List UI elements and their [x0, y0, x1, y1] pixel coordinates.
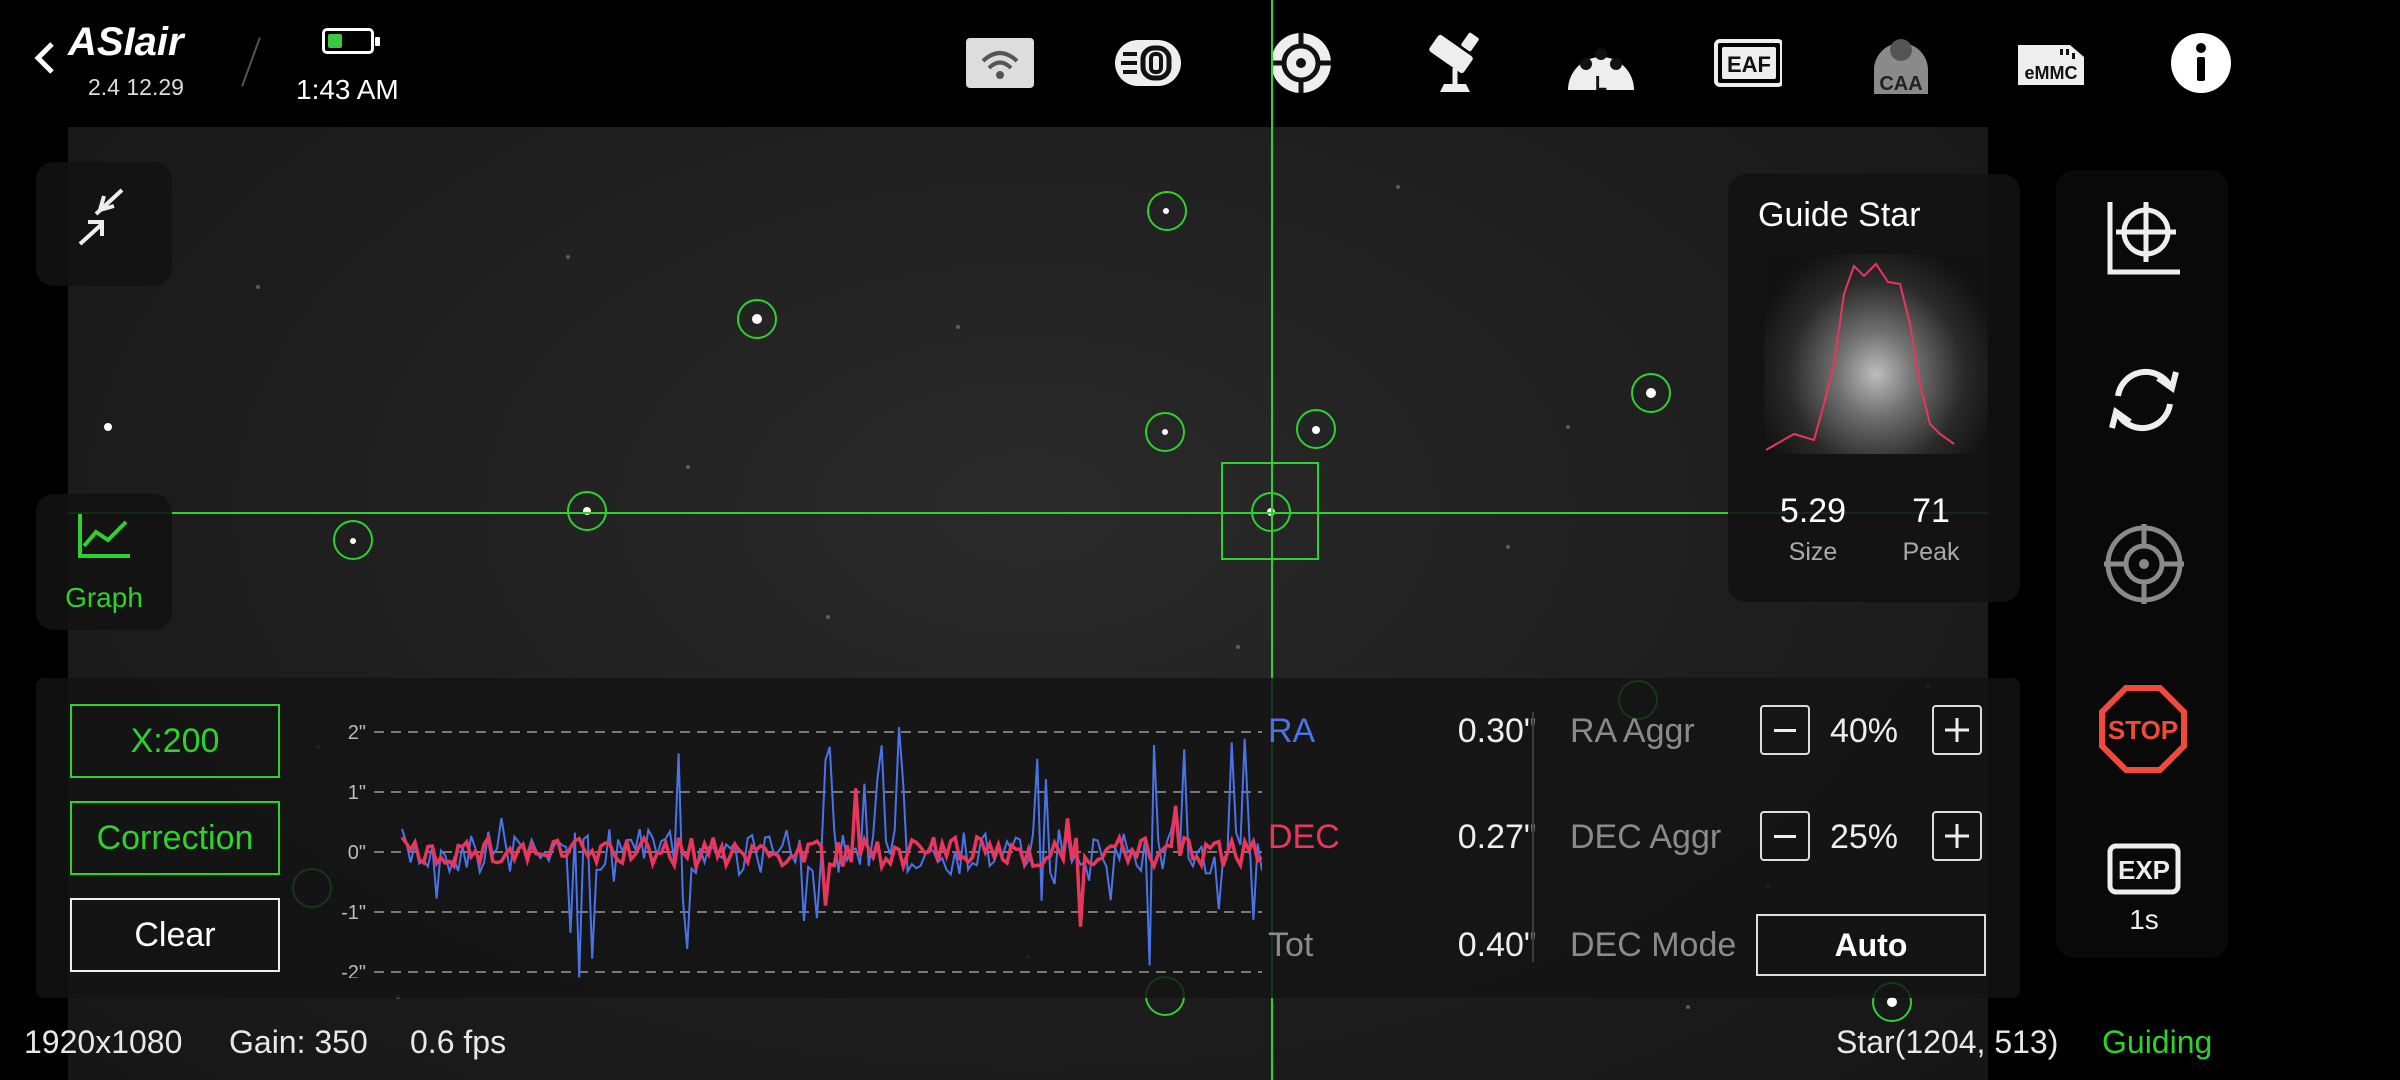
peak-value: 71 — [1912, 492, 1950, 530]
back-button[interactable] — [30, 38, 60, 78]
app-version: 2.4 12.29 — [88, 74, 184, 100]
divider — [241, 37, 261, 87]
guide-target-icon[interactable] — [1266, 30, 1336, 96]
svg-text:L: L — [1595, 73, 1607, 95]
plus-icon — [1945, 824, 1969, 848]
ra-aggr-increase-button[interactable] — [1932, 705, 1982, 755]
minus-icon — [1774, 728, 1796, 732]
guide-graph-panel: X:200 Correction Clear 2" 1" 0" -1" -2" RA 0… — [36, 678, 2020, 998]
graph-icon — [78, 514, 130, 558]
collapse-button[interactable] — [36, 162, 172, 286]
ra-aggr-value: 40% — [1829, 712, 1899, 750]
y-tick-label: 0" — [348, 842, 366, 864]
calibrate-button[interactable] — [2104, 198, 2184, 278]
star — [104, 423, 112, 431]
fps-text: 0.6 fps — [410, 1024, 507, 1060]
refresh-icon — [2109, 368, 2179, 432]
ra-value: 0.30" — [1457, 712, 1536, 750]
wifi-icon[interactable] — [965, 30, 1035, 96]
emmc-icon[interactable]: eMMC — [2016, 30, 2086, 96]
filter-wheel-icon[interactable]: L — [1566, 30, 1636, 96]
dec-label: DEC — [1268, 818, 1340, 856]
star — [1646, 388, 1656, 398]
right-sidebar: STOP EXP 1s — [2056, 170, 2228, 958]
dec-trace — [400, 788, 1264, 927]
dec-aggr-decrease-button[interactable] — [1760, 811, 1810, 861]
resolution-text: 1920x1080 — [24, 1024, 183, 1060]
svg-text:EXP: EXP — [2118, 855, 2170, 885]
battery-icon — [322, 28, 380, 54]
star — [350, 538, 356, 544]
star — [1312, 426, 1320, 434]
app-logo: ASIair — [68, 20, 184, 64]
tot-value: 0.40" — [1457, 926, 1536, 964]
refresh-button[interactable] — [2104, 360, 2184, 440]
size-value: 5.29 — [1779, 492, 1847, 530]
ra-aggr-decrease-button[interactable] — [1760, 705, 1810, 755]
svg-text:STOP: STOP — [2108, 715, 2178, 745]
star-position-text: Star(1204, 513) — [1836, 1024, 2059, 1060]
guide-star-panel: Guide Star 5.29 Size 71 Peak — [1728, 174, 2020, 602]
y-tick-label: 1" — [348, 782, 366, 804]
y-tick-label: 2" — [348, 722, 366, 744]
exposure-value: 1s — [2129, 904, 2159, 935]
guide-star-box[interactable] — [1221, 462, 1319, 560]
guide-graph: 2" 1" 0" -1" -2" — [322, 698, 1264, 984]
top-bar: ASIair 2.4 12.29 1:43 AM L EAF CAA eMMC — [0, 0, 2400, 127]
star — [1887, 997, 1897, 1007]
target-icon — [2104, 524, 2184, 604]
star — [752, 314, 762, 324]
dec-aggr-label: DEC Aggr — [1570, 818, 1722, 856]
target-button[interactable] — [2102, 522, 2186, 606]
guide-star-profile — [1764, 254, 1988, 454]
y-tick-label: -1" — [341, 902, 366, 924]
dec-mode-select[interactable]: Auto — [1756, 914, 1986, 976]
y-tick-label: -2" — [341, 962, 366, 978]
eaf-icon[interactable]: EAF — [1712, 30, 1782, 96]
svg-text:CAA: CAA — [1879, 73, 1922, 95]
dec-aggr-value: 25% — [1829, 818, 1899, 856]
dec-aggr-increase-button[interactable] — [1932, 811, 1982, 861]
calibrate-icon — [2107, 202, 2180, 275]
correction-button[interactable]: Correction — [70, 801, 280, 875]
minus-icon — [1774, 834, 1796, 838]
clock: 1:43 AM — [296, 74, 399, 105]
ra-aggr-label: RA Aggr — [1570, 712, 1695, 750]
stop-button[interactable]: STOP — [2098, 684, 2188, 774]
info-icon[interactable] — [2166, 30, 2236, 96]
clear-button[interactable]: Clear — [70, 898, 280, 972]
svg-text:eMMC: eMMC — [2025, 63, 2078, 83]
plus-icon — [1945, 718, 1969, 742]
dec-mode-label: DEC Mode — [1570, 926, 1737, 964]
star-profile-curve — [1765, 262, 1955, 451]
x-scale-button[interactable]: X:200 — [70, 704, 280, 778]
divider — [1532, 712, 1534, 962]
exposure-button[interactable]: EXP 1s — [2104, 842, 2184, 938]
guide-star-title: Guide Star — [1758, 196, 1921, 234]
size-label: Size — [1788, 538, 1838, 566]
caa-icon[interactable]: CAA — [1866, 30, 1936, 96]
star — [1162, 429, 1168, 435]
exp-icon: EXP — [2107, 843, 2181, 895]
svg-text:EAF: EAF — [1727, 52, 1771, 77]
peak-label: Peak — [1902, 538, 1960, 566]
telescope-icon[interactable] — [1420, 30, 1490, 96]
graph-label: Graph — [65, 582, 143, 613]
graph-button[interactable]: Graph — [36, 494, 172, 630]
dec-value: 0.27" — [1457, 818, 1536, 856]
guiding-status: Guiding — [2102, 1024, 2213, 1060]
ra-label: RA — [1268, 712, 1316, 750]
gain-text: Gain: 350 — [229, 1024, 368, 1060]
crosshair-horizontal — [68, 512, 1988, 514]
stop-icon: STOP — [2099, 685, 2187, 773]
tot-label: Tot — [1268, 926, 1314, 964]
star — [1163, 208, 1169, 214]
collapse-icon — [78, 188, 124, 246]
storage-icon[interactable] — [1113, 30, 1183, 96]
